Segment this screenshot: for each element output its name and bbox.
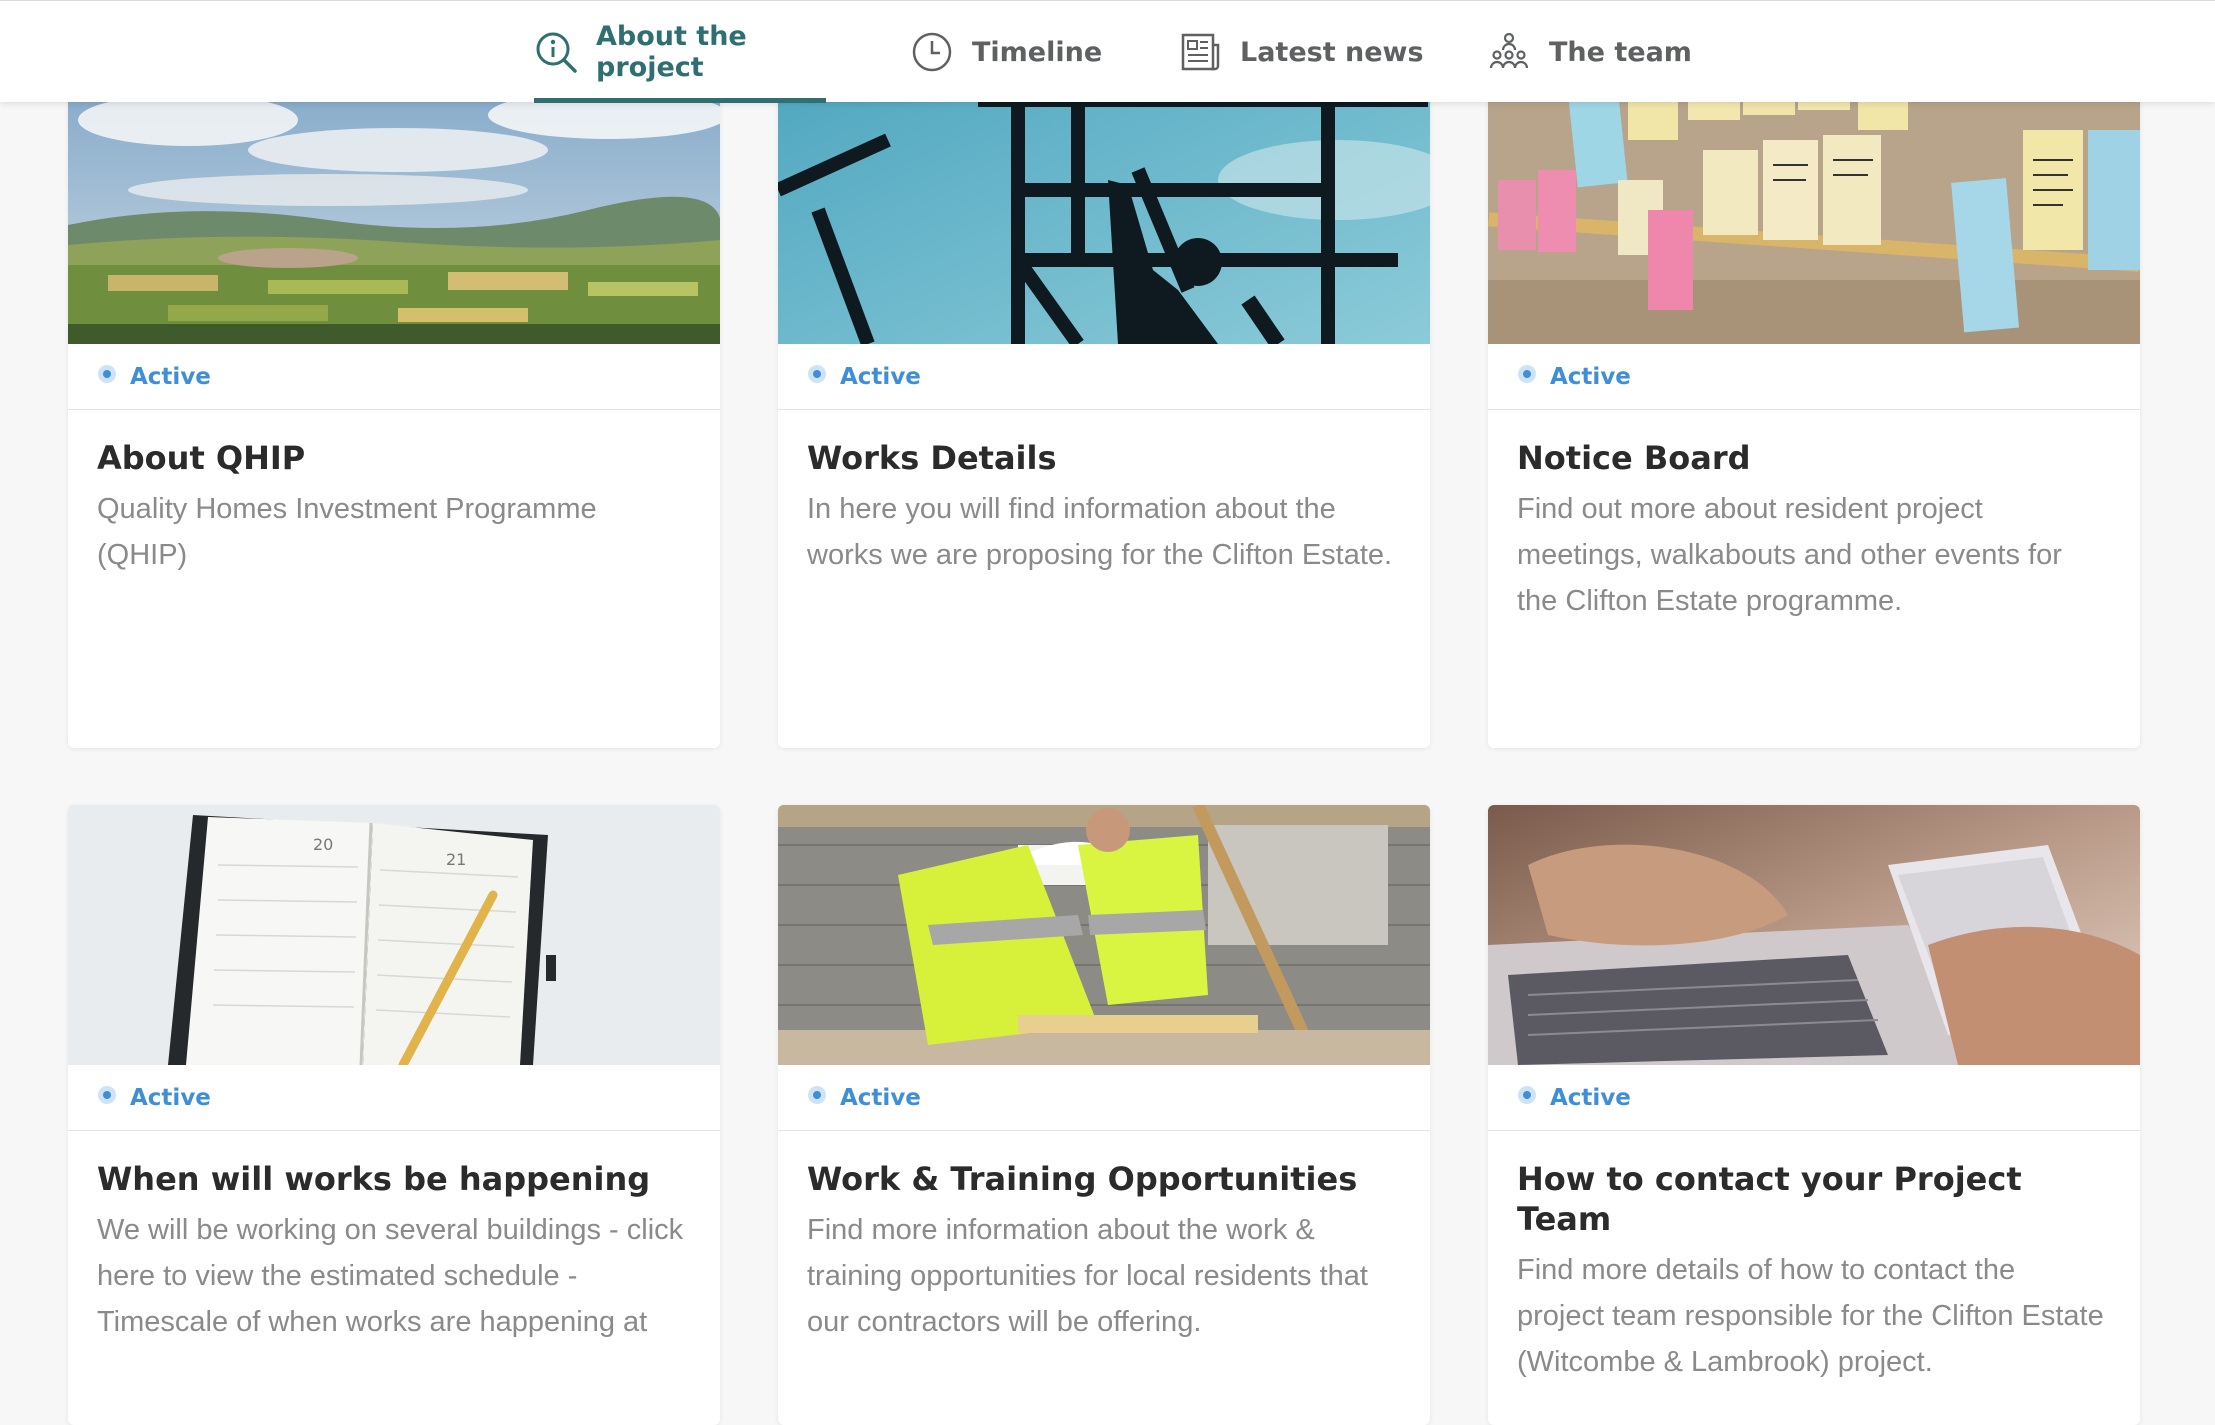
status-dot-icon	[808, 1085, 826, 1104]
card-title: Works Details	[807, 439, 1057, 477]
tab-label: About the project	[596, 21, 747, 83]
status-badge: Active	[778, 1065, 1430, 1131]
tab-label: The team	[1549, 36, 1692, 68]
status-label: Active	[130, 1084, 211, 1111]
team-icon	[1487, 30, 1531, 74]
card-description: Quality Homes Investment Programme (QHIP…	[97, 493, 597, 571]
status-badge: Active	[68, 344, 720, 410]
status-dot-icon	[808, 364, 826, 383]
card-works-details[interactable]: Active Works Details In here you will fi…	[778, 60, 1430, 748]
tab-timeline[interactable]: Timeline	[910, 1, 1102, 103]
status-badge: Active	[1488, 344, 2140, 410]
status-label: Active	[840, 363, 921, 390]
svg-text:21: 21	[446, 850, 466, 869]
card-work-training-opportunities[interactable]: Active Work & Training Opportunities Fin…	[778, 805, 1430, 1425]
status-dot-icon	[98, 1085, 116, 1104]
card-title: Work & Training Opportunities	[807, 1160, 1358, 1198]
status-label: Active	[1550, 1084, 1631, 1111]
tab-latest-news[interactable]: Latest news	[1178, 1, 1424, 103]
project-cards-grid: Active About QHIP Quality Homes Investme…	[0, 0, 2215, 1425]
newspaper-icon	[1178, 30, 1222, 74]
status-badge: Active	[68, 1065, 720, 1131]
card-how-to-contact-project-team[interactable]: Active How to contact your Project Team …	[1488, 805, 2140, 1425]
laptop-and-phone-image	[1488, 805, 2140, 1065]
card-when-will-works-be-happening[interactable]: 20 21 Active When will works be happenin…	[68, 805, 720, 1425]
status-dot-icon	[98, 364, 116, 383]
status-dot-icon	[1518, 1085, 1536, 1104]
card-title: About QHIP	[97, 439, 306, 477]
card-description: In here you will find information about …	[807, 493, 1393, 571]
card-title: When will works be happening	[97, 1160, 651, 1198]
diary-and-pencil-image: 20 21	[68, 805, 720, 1065]
top-navigation: About the project Timeline Latest news T…	[0, 0, 2215, 103]
tab-label: Latest news	[1240, 36, 1424, 68]
status-badge: Active	[1488, 1065, 2140, 1131]
svg-text:20: 20	[313, 835, 333, 854]
status-badge: Active	[778, 344, 1430, 410]
tab-the-team[interactable]: The team	[1487, 1, 1692, 103]
card-description: Find more information about the work & t…	[807, 1214, 1368, 1338]
construction-workers-image	[778, 805, 1430, 1065]
card-title: How to contact your Project Team	[1517, 1160, 2022, 1238]
card-description: We will be working on several buildings …	[97, 1214, 684, 1338]
clock-icon	[910, 30, 954, 74]
card-description: Find out more about resident project mee…	[1517, 493, 2062, 617]
info-search-icon	[534, 30, 578, 74]
status-label: Active	[840, 1084, 921, 1111]
card-notice-board[interactable]: Active Notice Board Find out more about …	[1488, 60, 2140, 748]
status-dot-icon	[1518, 364, 1536, 383]
card-description: Find more details of how to contact the …	[1517, 1254, 2104, 1378]
card-title: Notice Board	[1517, 439, 1751, 477]
tab-label: Timeline	[972, 36, 1103, 68]
status-label: Active	[1550, 363, 1631, 390]
card-about-qhip[interactable]: Active About QHIP Quality Homes Investme…	[68, 60, 720, 748]
status-label: Active	[130, 363, 211, 390]
tab-about-the-project[interactable]: About the project	[534, 1, 826, 103]
